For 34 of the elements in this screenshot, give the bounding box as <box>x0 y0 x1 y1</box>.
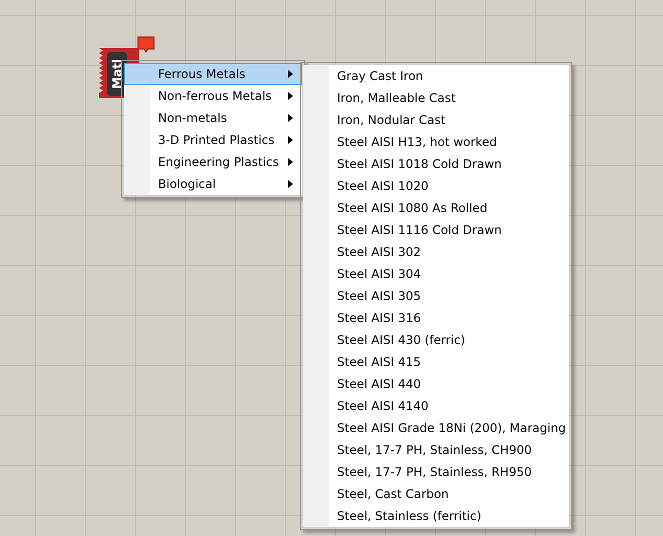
menu-item[interactable]: Steel AISI 305 <box>303 285 569 307</box>
balloon-icon <box>136 35 156 55</box>
menu-item[interactable]: Steel AISI 440 <box>303 373 569 395</box>
component-label: Matl <box>110 59 124 89</box>
menu-item[interactable]: Steel AISI 1020 <box>303 175 569 197</box>
menu-item[interactable]: Steel AISI 415 <box>303 351 569 373</box>
submenu-arrow-icon <box>288 136 293 144</box>
menu-item[interactable]: Steel AISI H13, hot worked <box>303 131 569 153</box>
submenu-arrow-icon <box>288 114 293 122</box>
menu-item[interactable]: Steel AISI 1080 As Rolled <box>303 197 569 219</box>
menu-item[interactable]: Steel, Cast Carbon <box>303 483 569 505</box>
menu-item[interactable]: Gray Cast Iron <box>303 65 569 87</box>
menu-item[interactable]: 3-D Printed Plastics <box>124 129 302 151</box>
submenu-arrow-icon <box>288 180 293 188</box>
menu-item[interactable]: Steel AISI 430 (ferric) <box>303 329 569 351</box>
menu-item[interactable]: Steel AISI 316 <box>303 307 569 329</box>
menu-item[interactable]: Steel AISI 1018 Cold Drawn <box>303 153 569 175</box>
menu-item[interactable]: Steel, 17-7 PH, Stainless, RH950 <box>303 461 569 483</box>
menu-item[interactable]: Steel AISI 302 <box>303 241 569 263</box>
menu-item[interactable]: Steel AISI Grade 18Ni (200), Maraging <box>303 417 569 439</box>
menu-item[interactable]: Steel AISI 304 <box>303 263 569 285</box>
menu-item[interactable]: Steel AISI 4140 <box>303 395 569 417</box>
menu-item[interactable]: Biological <box>124 173 302 195</box>
menu-item[interactable]: Steel AISI 1116 Cold Drawn <box>303 219 569 241</box>
menu-item[interactable]: Non-metals <box>124 107 302 129</box>
submenu-arrow-icon <box>288 158 293 166</box>
menu-item[interactable]: Engineering Plastics <box>124 151 302 173</box>
menu-item[interactable]: Ferrous Metals <box>124 63 302 85</box>
menu-item[interactable]: Steel, Stainless (ferritic) <box>303 505 569 527</box>
menu-item[interactable]: Steel, 17-7 PH, Stainless, CH900 <box>303 439 569 461</box>
submenu-arrow-icon <box>288 92 293 100</box>
menu-item[interactable]: Iron, Malleable Cast <box>303 87 569 109</box>
menu-item[interactable]: Iron, Nodular Cast <box>303 109 569 131</box>
submenu-arrow-icon <box>288 70 293 78</box>
